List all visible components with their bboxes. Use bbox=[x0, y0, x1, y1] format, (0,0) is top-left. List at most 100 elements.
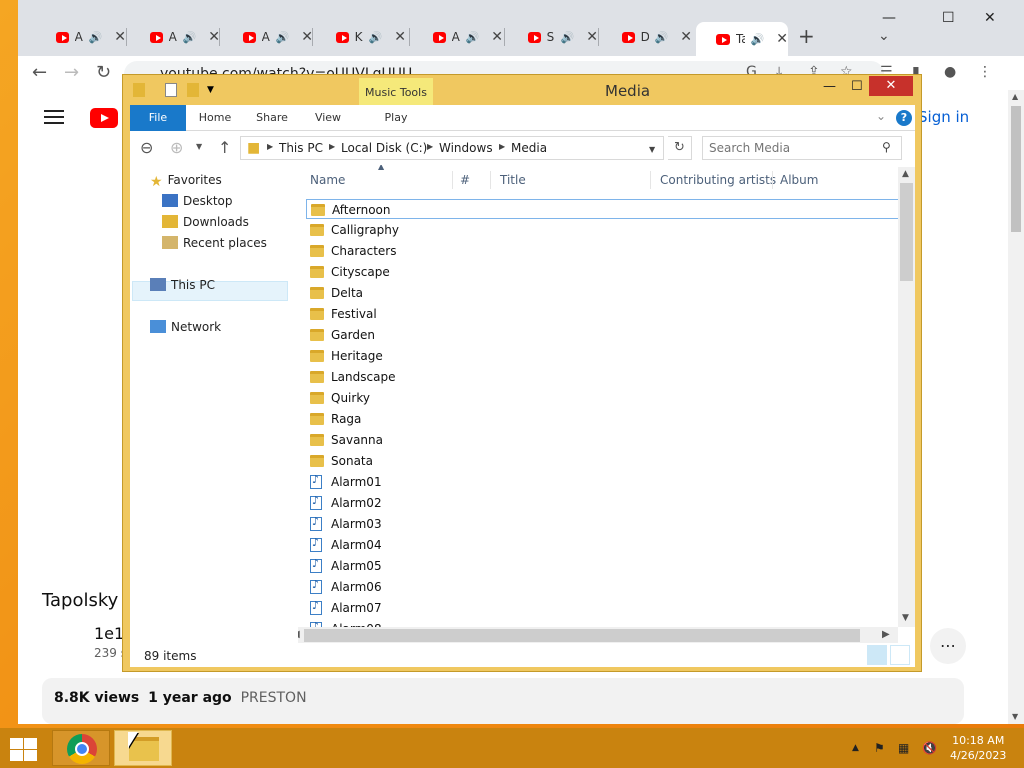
chrome-close-icon[interactable]: ✕ bbox=[984, 10, 996, 26]
up-icon[interactable]: ↑ bbox=[218, 138, 231, 157]
list-item[interactable]: Cityscape bbox=[306, 262, 900, 282]
scroll-left-icon[interactable]: ◀ bbox=[298, 629, 300, 640]
speaker-icon[interactable]: 🔊 bbox=[561, 31, 575, 44]
search-icon[interactable]: ⚲ bbox=[882, 140, 891, 154]
youtube-logo[interactable] bbox=[90, 108, 118, 128]
chevron-right-icon[interactable]: ▶ bbox=[267, 142, 273, 151]
close-tab-icon[interactable]: ✕ bbox=[776, 31, 788, 47]
tab-play[interactable]: Play bbox=[378, 105, 414, 131]
browser-tab[interactable]: Ta 🔊 ✕ bbox=[696, 22, 788, 56]
browser-tab[interactable]: Al🔊✕ bbox=[413, 24, 503, 50]
tab-file[interactable]: File bbox=[130, 105, 186, 131]
speaker-icon[interactable]: 🔊 bbox=[751, 33, 765, 46]
column-name[interactable]: Name bbox=[310, 173, 345, 187]
list-item[interactable]: Raga bbox=[306, 409, 900, 429]
taskbar-chrome-button[interactable] bbox=[52, 730, 110, 766]
scroll-right-icon[interactable]: ▶ bbox=[882, 629, 890, 640]
list-item[interactable]: Alarm01 bbox=[306, 472, 900, 492]
forward-icon[interactable]: → bbox=[64, 62, 79, 83]
profile-icon[interactable]: ● bbox=[944, 64, 956, 80]
speaker-icon[interactable]: 🔊 bbox=[276, 31, 290, 44]
breadcrumb[interactable]: ■ ▶ This PC ▶ Local Disk (C:) ▶ Windows … bbox=[240, 136, 664, 160]
nav-network[interactable]: Network bbox=[150, 320, 221, 334]
system-clock[interactable]: 10:18 AM 4/26/2023 bbox=[950, 733, 1006, 763]
customize-qa-icon[interactable]: ▼ bbox=[207, 85, 219, 99]
scroll-down-icon[interactable]: ▼ bbox=[902, 613, 909, 623]
close-tab-icon[interactable]: ✕ bbox=[680, 29, 692, 45]
breadcrumb-local-disk[interactable]: Local Disk (C:) bbox=[341, 141, 427, 155]
browser-tab[interactable]: Al🔊✕ bbox=[223, 24, 313, 50]
reload-icon[interactable]: ↻ bbox=[96, 62, 111, 83]
column-title[interactable]: Title bbox=[500, 173, 526, 187]
action-center-flag-icon[interactable]: ⚑ bbox=[874, 741, 885, 755]
horizontal-scroll-thumb[interactable] bbox=[304, 629, 860, 642]
speaker-icon[interactable]: 🔊 bbox=[183, 31, 197, 44]
close-tab-icon[interactable]: ✕ bbox=[491, 29, 503, 45]
close-tab-icon[interactable]: ✕ bbox=[394, 29, 406, 45]
browser-tab[interactable]: Al🔊✕ bbox=[36, 24, 126, 50]
minimize-icon[interactable]: — bbox=[823, 79, 836, 94]
properties-icon[interactable] bbox=[165, 83, 177, 97]
list-item[interactable]: Festival bbox=[306, 304, 900, 324]
list-item[interactable]: Afternoon bbox=[306, 199, 900, 219]
list-item[interactable]: Sonata bbox=[306, 451, 900, 471]
speaker-icon[interactable]: 🔊 bbox=[655, 31, 669, 44]
browser-tab[interactable]: D 🔊 ✕ bbox=[602, 24, 692, 50]
browser-tab[interactable]: Sp 🔊 ✕ bbox=[508, 24, 598, 50]
list-item[interactable]: Alarm07 bbox=[306, 598, 900, 618]
column-album[interactable]: Album bbox=[780, 173, 818, 187]
column-separator[interactable] bbox=[650, 171, 651, 189]
close-tab-icon[interactable]: ✕ bbox=[114, 29, 126, 45]
list-item[interactable]: Alarm03 bbox=[306, 514, 900, 534]
scroll-up-icon[interactable]: ▲ bbox=[1012, 92, 1018, 101]
horizontal-scrollbar[interactable]: ◀ ▶ bbox=[298, 627, 898, 644]
tab-search-icon[interactable]: ⌄ bbox=[878, 28, 890, 44]
recent-locations-icon[interactable]: ▼ bbox=[196, 142, 202, 151]
channel-name[interactable]: 1e1 bbox=[94, 624, 124, 643]
music-tools-context-tab[interactable]: Music Tools bbox=[359, 78, 433, 108]
list-item[interactable]: Alarm06 bbox=[306, 577, 900, 597]
back-icon[interactable]: ⊖ bbox=[140, 138, 153, 157]
nav-this-pc[interactable]: This PC bbox=[150, 278, 215, 292]
menu-kebab-icon[interactable]: ⋮ bbox=[978, 64, 992, 80]
search-input[interactable] bbox=[702, 136, 902, 160]
list-item[interactable]: Alarm04 bbox=[306, 535, 900, 555]
nav-desktop[interactable]: Desktop bbox=[162, 194, 233, 208]
speaker-icon[interactable]: 🔊 bbox=[89, 31, 103, 44]
speaker-icon[interactable]: 🔊 bbox=[466, 31, 480, 44]
speaker-icon[interactable]: 🔊 bbox=[369, 31, 383, 44]
column-separator[interactable] bbox=[452, 171, 453, 189]
maximize-icon[interactable]: ☐ bbox=[851, 79, 863, 94]
explorer-title-bar[interactable]: ▼ Music Tools Media — ☐ ✕ bbox=[123, 75, 921, 108]
chevron-right-icon[interactable]: ▶ bbox=[499, 142, 505, 151]
nav-favorites[interactable]: ★ Favorites bbox=[150, 173, 222, 190]
breadcrumb-windows[interactable]: Windows bbox=[439, 141, 493, 155]
volume-muted-icon[interactable]: 🔇 bbox=[922, 741, 937, 755]
list-item[interactable]: Alarm02 bbox=[306, 493, 900, 513]
large-icons-view-icon[interactable] bbox=[890, 645, 910, 665]
breadcrumb-media[interactable]: Media bbox=[511, 141, 547, 155]
vertical-scroll-thumb[interactable] bbox=[900, 183, 913, 281]
explorer-app-icon[interactable] bbox=[133, 83, 145, 97]
list-item[interactable]: Alarm05 bbox=[306, 556, 900, 576]
more-actions-button[interactable]: ⋯ bbox=[930, 628, 966, 664]
chrome-maximize-icon[interactable]: ☐ bbox=[942, 10, 955, 26]
new-folder-icon[interactable] bbox=[187, 83, 199, 97]
forward-icon[interactable]: ⊕ bbox=[170, 138, 183, 157]
column-separator[interactable] bbox=[772, 171, 773, 189]
back-icon[interactable]: ← bbox=[32, 62, 47, 83]
expand-ribbon-icon[interactable]: ⌄ bbox=[876, 109, 886, 123]
show-hidden-icons-icon[interactable]: ▲ bbox=[852, 743, 859, 753]
column-contributing-artists[interactable]: Contributing artists bbox=[660, 173, 776, 187]
close-button[interactable]: ✕ bbox=[869, 76, 913, 96]
scroll-up-icon[interactable]: ▲ bbox=[902, 169, 909, 179]
tab-share[interactable]: Share bbox=[252, 105, 292, 131]
list-item[interactable]: Quirky bbox=[306, 388, 900, 408]
list-item[interactable]: Characters bbox=[306, 241, 900, 261]
column-separator[interactable] bbox=[490, 171, 491, 189]
list-item[interactable]: Calligraphy bbox=[306, 220, 900, 240]
column-number[interactable]: # bbox=[460, 173, 470, 187]
video-tag[interactable]: PRESTON bbox=[241, 690, 307, 706]
scroll-thumb[interactable] bbox=[1011, 106, 1021, 232]
list-item[interactable]: Delta bbox=[306, 283, 900, 303]
